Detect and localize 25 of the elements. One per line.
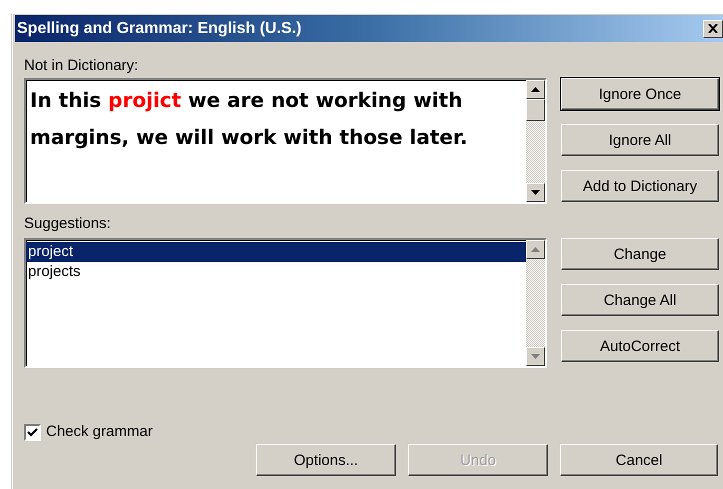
dialog-button[interactable]: Ignore All: [561, 124, 719, 156]
scroll-up-icon[interactable]: [531, 87, 540, 92]
not-in-dictionary-label: Not in Dictionary:: [24, 56, 140, 76]
dialog-button[interactable]: Options...: [256, 444, 396, 476]
suggestions-list[interactable]: project projects: [24, 238, 547, 368]
dialog-button[interactable]: AutoCorrect: [561, 330, 719, 362]
check-grammar-label[interactable]: Check grammar: [46, 422, 153, 442]
window-title: Spelling and Grammar: English (U.S.): [17, 20, 302, 38]
dialog-button[interactable]: Ignore Once: [561, 78, 719, 110]
close-icon: [708, 24, 718, 33]
dialog-button[interactable]: Add to Dictionary: [561, 170, 719, 202]
dialog-button[interactable]: Change All: [561, 284, 719, 316]
sentence-field[interactable]: In this projict we are not working with margins, we will work with those later.: [24, 78, 547, 204]
suggestion-item[interactable]: projects: [26, 262, 526, 282]
scroll-down-icon[interactable]: [531, 190, 540, 195]
suggestions-label: Suggestions:: [24, 214, 112, 234]
checkmark-icon: [27, 428, 38, 436]
scrollbar[interactable]: [526, 80, 545, 202]
scrollbar-thumb[interactable]: [526, 99, 545, 121]
close-button[interactable]: [703, 20, 723, 38]
dialog-button[interactable]: Change: [561, 238, 719, 270]
check-grammar-checkbox[interactable]: [24, 424, 41, 440]
dialog-button[interactable]: Cancel: [560, 444, 718, 476]
sentence-text: In this projict we are not working with margins, we will work with those later.: [30, 87, 469, 151]
suggestion-item[interactable]: project: [26, 242, 526, 262]
